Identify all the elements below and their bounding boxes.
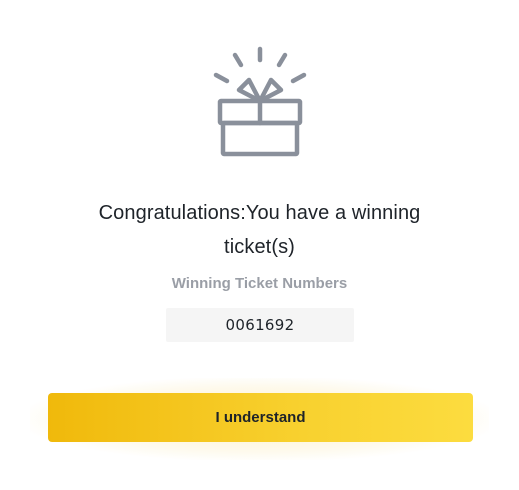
gift-icon [213,46,307,157]
winning-ticket-dialog: Congratulations:You have a winning ticke… [0,0,519,490]
ticket-number: 0061692 [225,316,295,334]
ticket-number-box: 0061692 [166,308,354,342]
dialog-title-line-1: Congratulations:You have a winning [98,202,421,224]
i-understand-button[interactable]: I understand [48,393,473,442]
dialog-title: Congratulations:You have a winning ticke… [40,196,479,264]
dialog-title-line-2: ticket(s) [224,236,295,258]
ticket-numbers-label: Winning Ticket Numbers [171,275,348,292]
